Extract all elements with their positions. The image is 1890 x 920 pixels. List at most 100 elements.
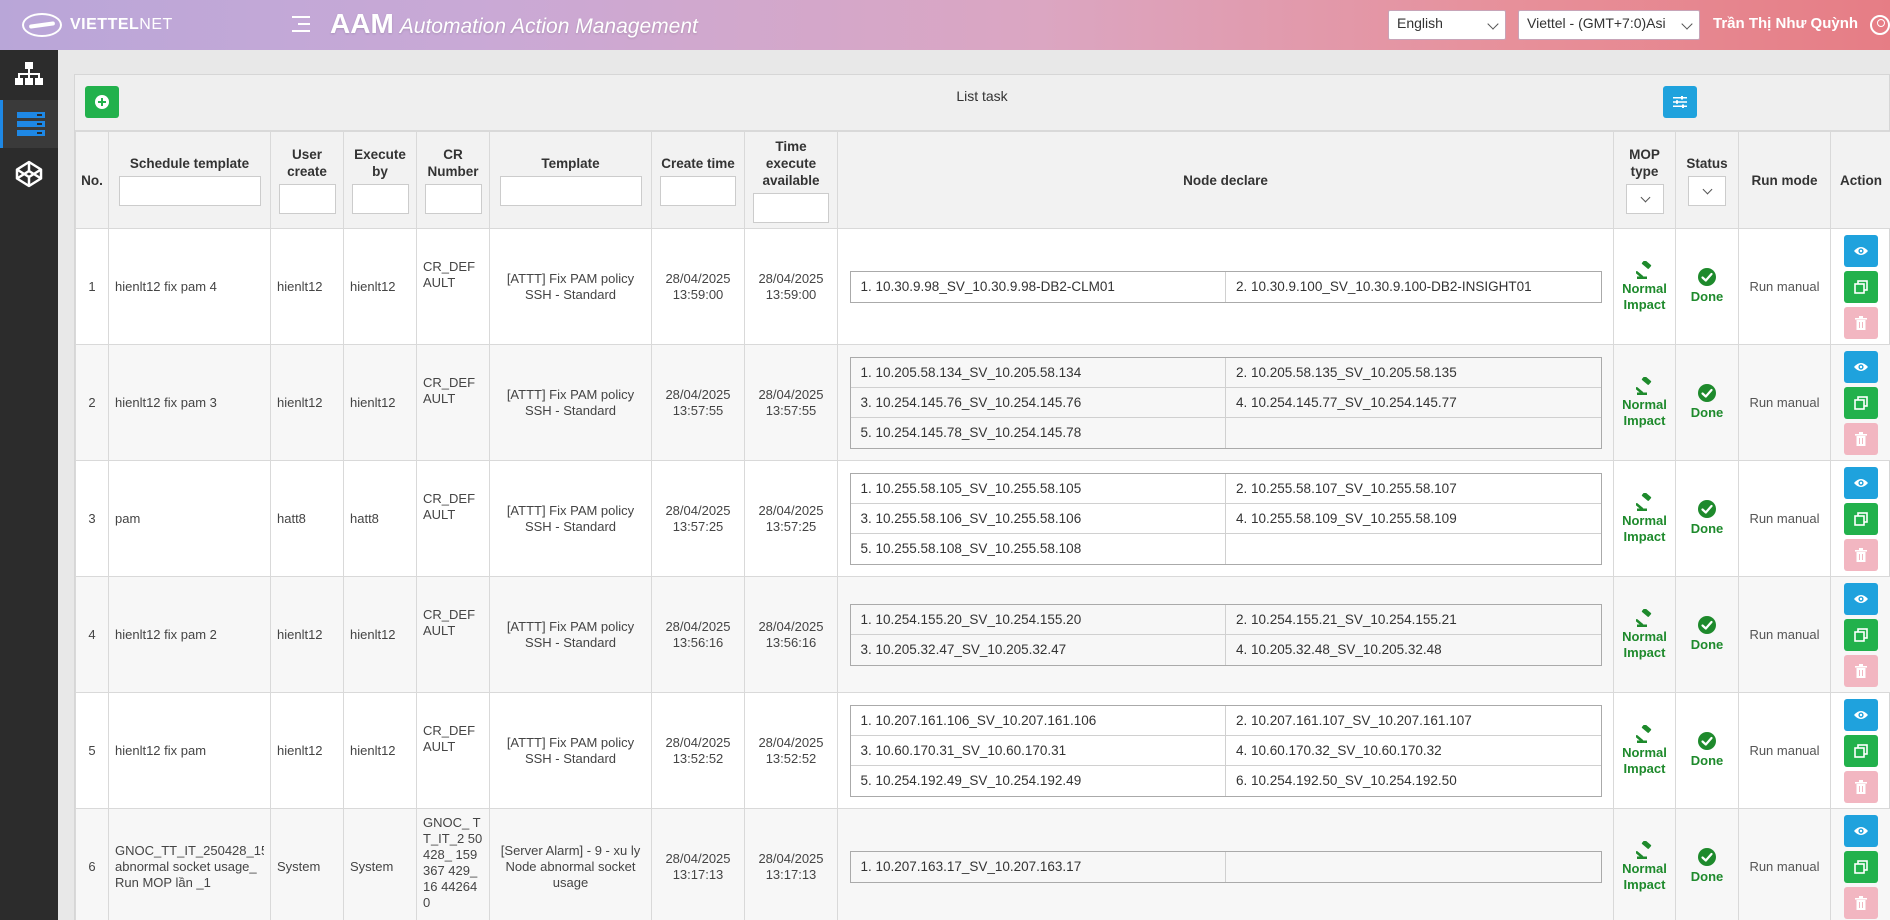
table-row[interactable]: 4 hienlt12 fix pam 2 hienlt12 hienlt12 CR_DE… [75, 576, 1890, 693]
table-row[interactable]: 2 hienlt12 fix pam 3 hienlt12 hienlt12 CR_DE… [75, 344, 1890, 461]
node-item: 4. 10.254.145.77_SV_10.254.145.77 [1225, 387, 1601, 417]
node-row: 5. 10.254.145.78_SV_10.254.145.78 [851, 417, 1601, 448]
gavel-icon [1635, 376, 1651, 395]
cell-time-execute: 28/04/2025 13:57:25 [744, 460, 838, 577]
check-circle-icon [1698, 732, 1716, 750]
view-task-button[interactable] [1844, 582, 1878, 615]
viettelnet-logo[interactable]: VIETTELNET [22, 12, 173, 38]
timezone-value: Viettel - (GMT+7:0)Asi [1527, 15, 1666, 31]
col-header-node-declare: Node declare [837, 131, 1614, 229]
filter-template-input[interactable] [499, 175, 642, 206]
cell-actions [1830, 808, 1890, 920]
chevron-down-icon [1487, 18, 1499, 30]
timezone-select[interactable]: Viettel - (GMT+7:0)Asi [1518, 10, 1700, 40]
col-header-no: No. [75, 131, 109, 229]
language-value: English [1397, 15, 1443, 31]
cell-time-execute: 28/04/2025 13:52:52 [744, 692, 838, 809]
language-select[interactable]: English [1388, 10, 1506, 40]
delete-task-button[interactable] [1844, 538, 1878, 571]
user-name[interactable]: Trần Thị Như Quỳnh [1713, 15, 1858, 32]
filter-cr-number-input[interactable] [424, 184, 482, 214]
node-item: 1. 10.255.58.105_SV_10.255.58.105 [860, 480, 1082, 496]
cell-no: 6 [75, 808, 109, 920]
view-task-button[interactable] [1844, 466, 1878, 499]
cell-execute-by: hienlt12 [343, 344, 417, 461]
copy-task-button[interactable] [1844, 734, 1878, 767]
cell-mop-type: Normal Impact [1613, 460, 1676, 577]
cell-run-mode: Run manual [1738, 228, 1831, 345]
column-settings-button[interactable] [1663, 86, 1697, 118]
eye-icon [1854, 594, 1868, 603]
cell-template: [ATTT] Fix PAM policy SSH - Standard [489, 576, 652, 693]
node-item: 5. 10.254.192.49_SV_10.254.192.49 [860, 772, 1082, 788]
cell-schedule-template: GNOC_TT_IT_250428_159 abnormal socket usa… [108, 808, 271, 920]
view-task-button[interactable] [1844, 234, 1878, 267]
node-item: 1. 10.207.163.17_SV_10.207.163.17 [860, 858, 1082, 874]
cell-execute-by: hienlt12 [343, 228, 417, 345]
sidebar-item-templates[interactable] [0, 150, 58, 198]
filter-time-execute-input[interactable] [753, 192, 829, 223]
col-header-execute-by: Execute by [343, 131, 417, 229]
panel-toolbar: List task [75, 75, 1889, 131]
node-item: 1. 10.30.9.98_SV_10.30.9.98-DB2-CLM01 [860, 278, 1115, 294]
status-label: Done [1690, 405, 1724, 420]
filter-execute-by-input[interactable] [351, 184, 409, 214]
filter-schedule-template-input[interactable] [118, 175, 261, 206]
copy-task-button[interactable] [1844, 618, 1878, 651]
delete-task-button[interactable] [1844, 422, 1878, 455]
delete-task-button[interactable] [1844, 306, 1878, 339]
cell-user-create: hatt8 [270, 460, 344, 577]
sidebar-item-task-list[interactable] [0, 100, 58, 148]
table-row[interactable]: 3 pam hatt8 hatt8 CR_DEF AULT [ATTT] Fix PAM … [75, 460, 1890, 577]
view-task-button[interactable] [1844, 698, 1878, 731]
cell-run-mode: Run manual [1738, 460, 1831, 577]
cell-node-declare: 1. 10.30.9.98_SV_10.30.9.98-DB2-CLM01 2. … [837, 228, 1614, 345]
top-header: VIETTELNET AAM Automation Action Manageme… [0, 0, 1890, 50]
sidebar-item-topology[interactable] [0, 50, 58, 98]
cell-run-mode: Run manual [1738, 576, 1831, 693]
copy-task-button[interactable] [1844, 270, 1878, 303]
status-label: Done [1690, 869, 1724, 884]
trash-icon [1855, 547, 1867, 562]
col-header-user-create: User create [270, 131, 344, 229]
cell-time-execute: 28/04/2025 13:57:55 [744, 344, 838, 461]
delete-task-button[interactable] [1844, 770, 1878, 803]
cell-user-create: hienlt12 [270, 576, 344, 693]
node-row: 3. 10.254.145.76_SV_10.254.145.76 4. 10.2… [850, 387, 1601, 418]
check-circle-icon [1698, 848, 1716, 866]
filter-create-time-input[interactable] [660, 175, 736, 206]
table-row[interactable]: 6 GNOC_TT_IT_250428_159 abnormal socket us… [75, 808, 1890, 920]
cell-run-mode: Run manual [1738, 808, 1831, 920]
check-circle-icon [1698, 500, 1716, 518]
user-avatar-icon[interactable] [1870, 15, 1890, 35]
mop-type-filter-dropdown[interactable] [1625, 184, 1664, 214]
col-header-time-execute: Time execute available [744, 131, 838, 229]
menu-toggle-icon[interactable] [292, 16, 310, 32]
cell-status: Done [1675, 344, 1739, 461]
table-row[interactable]: 5 hienlt12 fix pam hienlt12 hienlt12 CR_DEF … [75, 692, 1890, 809]
trash-icon [1855, 779, 1867, 794]
cell-status: Done [1675, 576, 1739, 693]
node-item: 1. 10.205.58.134_SV_10.205.58.134 [860, 364, 1082, 380]
view-task-button[interactable] [1844, 350, 1878, 383]
cell-user-create: System [270, 808, 344, 920]
cell-create-time: 28/04/2025 13:59:00 [651, 228, 745, 345]
table-row[interactable]: 1 hienlt12 fix pam 4 hienlt12 hienlt12 CR_DE… [75, 228, 1890, 345]
gavel-icon [1635, 724, 1651, 743]
node-row: 1. 10.207.161.106_SV_10.207.161.106 2. 10… [850, 705, 1601, 736]
delete-task-button[interactable] [1844, 654, 1878, 687]
delete-task-button[interactable] [1844, 886, 1878, 919]
cell-user-create: hienlt12 [270, 692, 344, 809]
cell-node-declare: 1. 10.254.155.20_SV_10.254.155.20 2. 10.2… [837, 576, 1614, 693]
copy-task-button[interactable] [1844, 850, 1878, 883]
view-task-button[interactable] [1844, 814, 1878, 847]
copy-task-button[interactable] [1844, 502, 1878, 535]
schedule-template-text: hienlt12 fix pam 4 [115, 278, 217, 294]
filter-user-create-input[interactable] [278, 184, 336, 214]
cell-node-declare: 1. 10.207.161.106_SV_10.207.161.106 2. 10… [837, 692, 1614, 809]
mop-type-label: Normal Impact [1622, 628, 1667, 660]
status-filter-dropdown[interactable] [1688, 175, 1726, 206]
cell-no: 1 [75, 228, 109, 345]
viettel-logo-icon [22, 13, 62, 37]
copy-task-button[interactable] [1844, 386, 1878, 419]
